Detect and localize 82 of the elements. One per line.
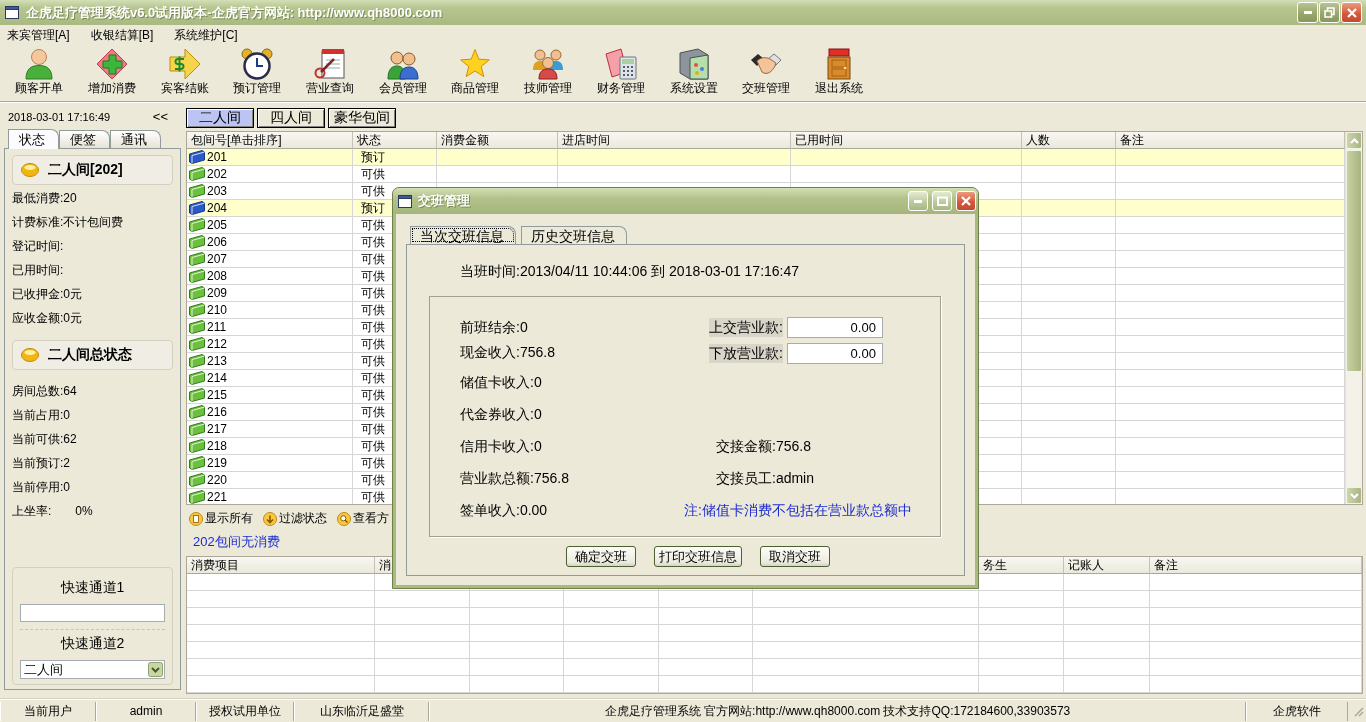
room-number: 218 bbox=[207, 439, 228, 453]
status-text: 可供 bbox=[361, 286, 385, 300]
room-number: 212 bbox=[207, 337, 228, 351]
info-text: 当前预订:2 bbox=[12, 454, 70, 472]
room-number: 213 bbox=[207, 354, 228, 368]
room-number: 217 bbox=[207, 422, 228, 436]
info-text: 现金收入:756.8 bbox=[460, 344, 555, 362]
room-number: 202 bbox=[207, 167, 228, 181]
status-text: 可供 bbox=[361, 371, 385, 385]
room-number: 220 bbox=[207, 473, 228, 487]
status-pane: admin bbox=[96, 701, 196, 721]
status-text: 可供 bbox=[361, 473, 385, 487]
status-message: 202包间无消费 bbox=[193, 533, 280, 551]
status-text: 可供 bbox=[361, 252, 385, 266]
status-text: 可供 bbox=[361, 184, 385, 198]
status-text: 可供 bbox=[361, 337, 385, 351]
status-text: 预订 bbox=[361, 201, 385, 215]
section-title: 二人间总状态 bbox=[48, 346, 132, 364]
info-text: 信用卡收入:0 bbox=[460, 438, 542, 456]
info-text: 已收押金:0元 bbox=[12, 285, 82, 303]
status-pane: 授权试用单位 bbox=[196, 701, 294, 721]
info-value: 0% bbox=[75, 504, 93, 518]
room-number: 215 bbox=[207, 388, 228, 402]
room-number: 201 bbox=[207, 150, 228, 164]
info-text: 计费标准:不计包间费 bbox=[12, 213, 124, 231]
status-text: 可供 bbox=[361, 303, 385, 317]
info-text: 当前停用:0 bbox=[12, 478, 70, 496]
status-text: 可供 bbox=[361, 439, 385, 453]
room-number: 209 bbox=[207, 286, 228, 300]
room-number: 206 bbox=[207, 235, 228, 249]
note-text: 注:储值卡消费不包括在营业款总额中 bbox=[684, 502, 912, 520]
info-text: 当前可供:62 bbox=[12, 430, 77, 448]
info-text: 签单收入:0.00 bbox=[460, 502, 548, 520]
room-number: 216 bbox=[207, 405, 228, 419]
status-text: 可供 bbox=[361, 167, 385, 181]
status-text: 可供 bbox=[361, 354, 385, 368]
room-number: 219 bbox=[207, 456, 228, 470]
info-text: 当前占用:0 bbox=[12, 406, 70, 424]
info-text: 最低消费:20 bbox=[12, 189, 77, 207]
field-label: 快速通道1 bbox=[60, 578, 125, 596]
room-number: 210 bbox=[207, 303, 228, 317]
status-text: 可供 bbox=[361, 456, 385, 470]
status-text: 可供 bbox=[361, 405, 385, 419]
info-text: 应收金额:0元 bbox=[12, 309, 82, 327]
field-label: 快速通道2 bbox=[60, 634, 125, 652]
status-text: 可供 bbox=[361, 490, 385, 504]
status-pane: 当前用户 bbox=[0, 701, 96, 721]
info-text: 交接金额:756.8 bbox=[716, 438, 811, 456]
room-number: 207 bbox=[207, 252, 228, 266]
info-text: 营业款总额:756.8 bbox=[460, 470, 569, 488]
room-number: 205 bbox=[207, 218, 228, 232]
info-text: 登记时间: bbox=[12, 237, 64, 255]
status-pane: 山东临沂足盛堂 bbox=[294, 701, 429, 721]
room-number: 203 bbox=[207, 184, 228, 198]
room-number: 214 bbox=[207, 371, 228, 385]
status-pane: 企虎足疗管理系统 官方网站:http://www.qh8000.com 技术支持QQ:172184600,33903573 bbox=[429, 701, 1246, 721]
info-text: 房间总数:64 bbox=[12, 382, 77, 400]
room-number: 204 bbox=[207, 201, 228, 215]
room-number: 221 bbox=[207, 490, 228, 504]
status-text: 可供 bbox=[361, 218, 385, 232]
datetime-text: 2018-03-01 17:16:49 bbox=[8, 111, 111, 123]
status-text: 可供 bbox=[361, 388, 385, 402]
status-text: 可供 bbox=[361, 422, 385, 436]
info-text: 代金券收入:0 bbox=[460, 406, 542, 424]
info-text: 交接员工:admin bbox=[716, 470, 815, 488]
shift-time-text: 当班时间:2013/04/11 10:44:06 到 2018-03-01 17:16:47 bbox=[460, 262, 800, 280]
room-number: 211 bbox=[207, 320, 227, 334]
status-text: 可供 bbox=[361, 320, 385, 334]
room-number: 208 bbox=[207, 269, 228, 283]
info-text: 储值卡收入:0 bbox=[460, 374, 542, 392]
status-text: 可供 bbox=[361, 235, 385, 249]
section-title: 二人间[202] bbox=[48, 161, 123, 179]
status-text: 预订 bbox=[361, 150, 385, 164]
info-text: 上坐率: bbox=[12, 502, 52, 520]
dialog-title: 交班管理 bbox=[418, 192, 470, 210]
field-label: 下放营业款: bbox=[709, 343, 783, 363]
info-text: 已用时间: bbox=[12, 261, 64, 279]
field-label: 上交营业款: bbox=[709, 318, 783, 337]
info-text: 前班结余:0 bbox=[460, 318, 528, 337]
window-title: 企虎足疗管理系统v6.0试用版本-企虎官方网站: http://www.qh8000.com bbox=[26, 3, 443, 22]
status-pane: 企虎软件 bbox=[1246, 701, 1348, 721]
status-text: 可供 bbox=[361, 269, 385, 283]
